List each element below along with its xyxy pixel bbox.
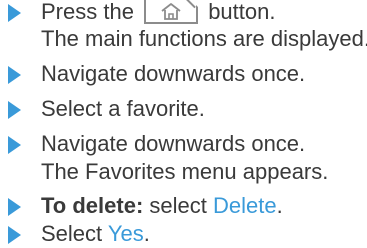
bullet-arrow-icon [8, 4, 21, 22]
step-1-line: Press the button. [41, 0, 275, 26]
bullet-arrow-icon [8, 226, 21, 244]
step-4-text: Navigate downwards once. [41, 131, 306, 156]
yes-option: Yes [107, 221, 144, 246]
step-5-line: To delete: select Delete. [41, 192, 283, 220]
step-3-text: Select a favorite. [41, 96, 205, 121]
home-button [144, 0, 199, 24]
delete-option: Delete [213, 193, 277, 218]
bullet-arrow-icon [8, 198, 21, 216]
step-5-prefix: To delete: [41, 193, 144, 218]
bullet-arrow-icon [8, 136, 21, 154]
step-1-text-after: button. [208, 0, 276, 24]
step-6-suffix: . [143, 221, 150, 246]
step-6-line: Select Yes. [41, 220, 150, 248]
step-5-suffix: . [276, 193, 283, 218]
step-1-result: The main functions are displayed. [41, 26, 367, 51]
step-6-text: Select [41, 221, 103, 246]
step-4-result: The Favorites menu appears. [41, 159, 329, 184]
step-2-text: Navigate downwards once. [41, 61, 306, 86]
instruction-steps: Press the button. The main functions are… [0, 0, 367, 246]
step-1-text-before: Press the [41, 0, 134, 24]
bullet-arrow-icon [8, 101, 21, 119]
home-icon [161, 3, 181, 20]
step-5-text: select [149, 193, 207, 218]
bullet-arrow-icon [8, 66, 21, 84]
